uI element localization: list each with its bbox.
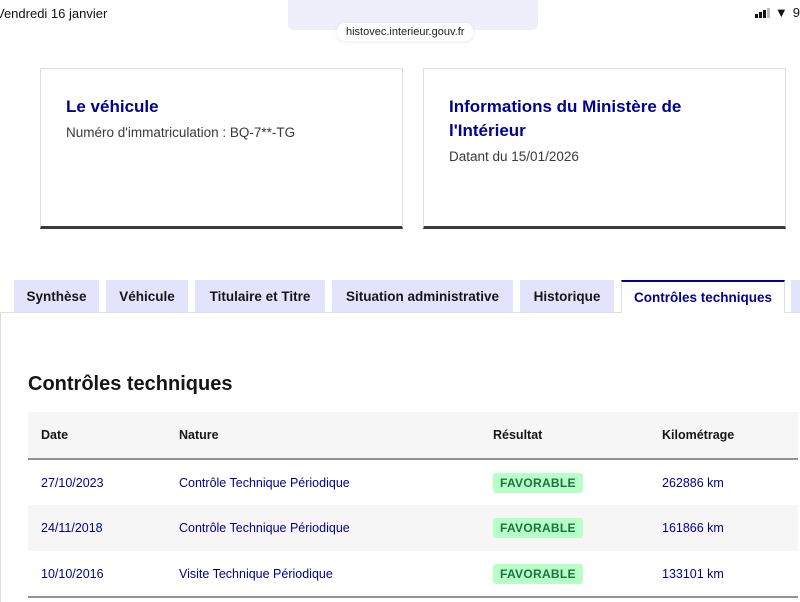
tab-situation[interactable]: Situation administrative xyxy=(332,280,513,312)
cell-resultat: FAVORABLE xyxy=(480,551,649,597)
table-row: 27/10/2023 Contrôle Technique Périodique… xyxy=(28,459,798,505)
tab-historique[interactable]: Historique xyxy=(520,280,614,312)
cell-date: 10/10/2016 xyxy=(41,566,104,581)
wifi-icon: ▼ xyxy=(774,5,788,20)
status-badge: FAVORABLE xyxy=(493,518,583,538)
section-title: Contrôles techniques xyxy=(28,373,233,395)
col-kilometrage: Kilométrage xyxy=(649,412,798,460)
tab-titulaire[interactable]: Titulaire et Titre xyxy=(195,280,325,312)
ministry-card: Informations du Ministère de l'Intérieur… xyxy=(423,68,786,229)
col-nature: Nature xyxy=(166,412,480,460)
col-date: Date xyxy=(28,412,166,460)
tab-more[interactable] xyxy=(791,280,800,312)
status-badge: FAVORABLE xyxy=(493,472,583,493)
vehicle-card: Le véhicule Numéro d'immatriculation : B… xyxy=(40,68,403,229)
card-text: Datant du 15/01/2026 xyxy=(449,149,579,164)
card-title: Informations du Ministère de l'Intérieur xyxy=(449,97,682,140)
tab-controles-techniques[interactable]: Contrôles techniques xyxy=(621,280,785,313)
cell-km: 262886 km xyxy=(662,475,724,490)
cell-resultat: FAVORABLE xyxy=(480,459,649,505)
table-row: 10/10/2016 Visite Technique Périodique F… xyxy=(28,551,798,597)
cell-nature: Contrôle Technique Périodique xyxy=(179,475,350,490)
cell-km: 161866 km xyxy=(649,505,798,551)
cell-nature: Visite Technique Périodique xyxy=(179,566,333,581)
card-text: Numéro d'immatriculation : BQ-7**-TG xyxy=(66,125,296,140)
cell-date: 24/11/2018 xyxy=(28,505,166,551)
signal-icon xyxy=(754,7,770,18)
tab-synthese[interactable]: Synthèse xyxy=(14,280,99,312)
status-time: Vendredi 16 janvier xyxy=(0,6,108,21)
controls-table: Date Nature Résultat Kilométrage 27/10/2… xyxy=(28,412,798,598)
status-icons: ▼ 9 xyxy=(754,5,800,20)
url-bar[interactable]: histovec.interieur.gouv.fr xyxy=(337,23,474,41)
cell-date: 27/10/2023 xyxy=(41,475,104,490)
col-resultat: Résultat xyxy=(480,412,649,460)
tab-vehicule[interactable]: Véhicule xyxy=(106,280,188,312)
battery-level: 9 xyxy=(792,5,800,20)
table-row: 24/11/2018 Contrôle Technique Périodique… xyxy=(28,505,798,551)
cell-resultat: FAVORABLE xyxy=(480,505,649,551)
card-title: Le véhicule xyxy=(66,97,159,116)
cell-km: 133101 km xyxy=(662,566,724,581)
status-badge: FAVORABLE xyxy=(493,563,583,584)
cell-nature: Contrôle Technique Périodique xyxy=(166,505,480,551)
